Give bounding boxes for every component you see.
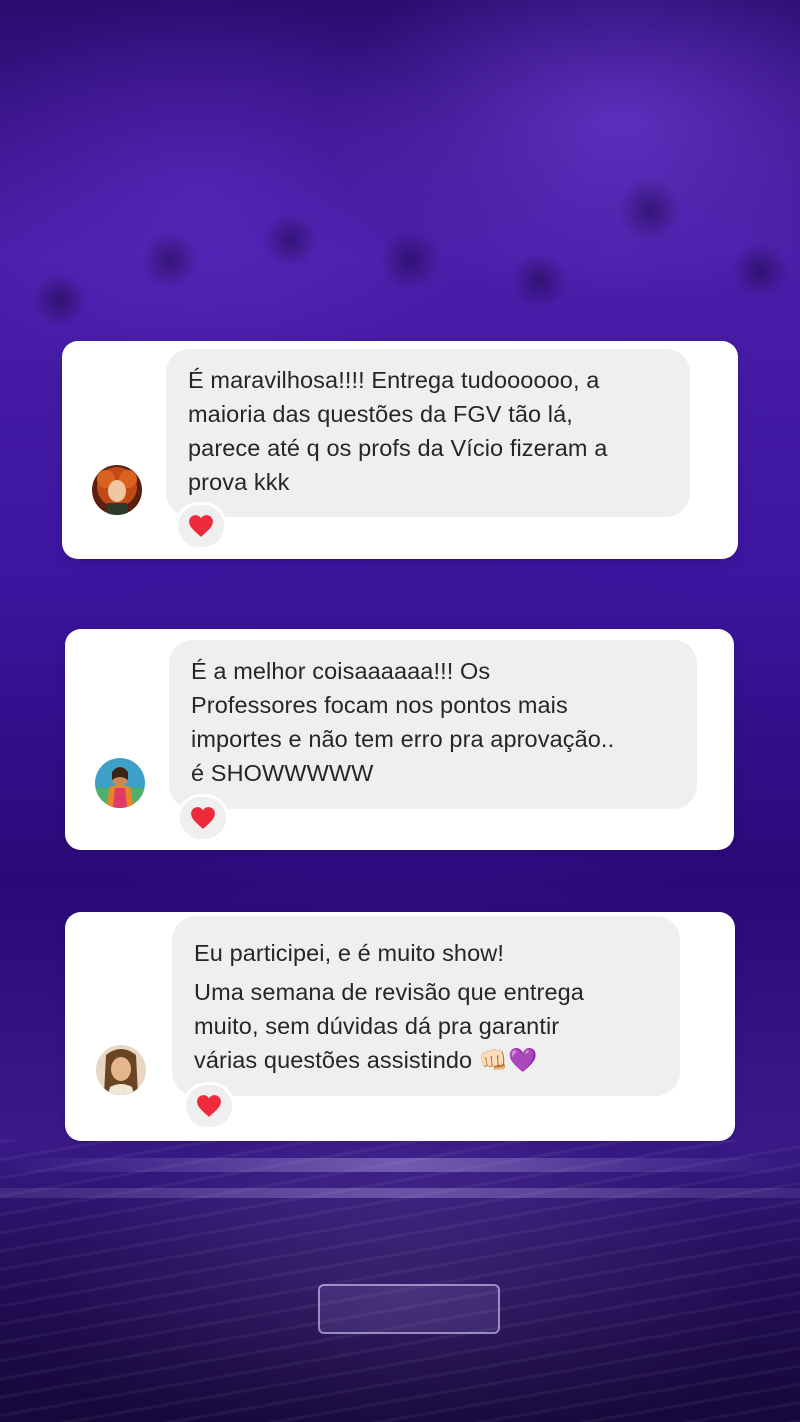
comment-text-line: maioria das questões da FGV tão lá,	[188, 401, 573, 427]
background-arena	[0, 1140, 800, 1422]
comment-text-line: É a melhor coisaaaaaa!!! Os	[191, 658, 491, 684]
avatar[interactable]	[95, 758, 145, 808]
reaction-badge[interactable]	[175, 502, 227, 550]
avatar[interactable]	[92, 465, 142, 515]
comment-text-line: é SHOWWWWW	[191, 760, 374, 786]
comment-bubble: É a melhor coisaaaaaa!!! Os Professores …	[169, 640, 697, 809]
comment-card: É maravilhosa!!!! Entrega tudoooooo, a m…	[62, 341, 738, 559]
background-crowd	[0, 90, 800, 330]
comment-bubble: É maravilhosa!!!! Entrega tudoooooo, a m…	[166, 349, 690, 517]
comment-text-line: Professores focam nos pontos mais	[191, 692, 568, 718]
avatar[interactable]	[96, 1045, 146, 1095]
comment-text-line: Uma semana de revisão que entrega	[194, 979, 584, 1005]
comment-card: Eu participei, e é muito show! Uma seman…	[65, 912, 735, 1141]
heart-icon	[197, 1095, 221, 1117]
comment-bubble: Eu participei, e é muito show! Uma seman…	[172, 916, 680, 1096]
reaction-badge[interactable]	[177, 794, 229, 842]
comment-card: É a melhor coisaaaaaa!!! Os Professores …	[65, 629, 734, 850]
comment-text-line: prova kkk	[188, 469, 290, 495]
comment-text-line: parece até q os profs da Vício fizeram a	[188, 435, 608, 461]
background-arena-lights	[0, 1188, 800, 1198]
heart-icon	[191, 807, 215, 829]
reaction-badge[interactable]	[183, 1082, 235, 1130]
comment-text-line: várias questões assistindo 👊🏻💜	[194, 1047, 538, 1073]
heart-icon	[189, 515, 213, 537]
comment-text-line: muito, sem dúvidas dá pra garantir	[194, 1013, 560, 1039]
comment-text-line: É maravilhosa!!!! Entrega tudoooooo, a	[188, 367, 600, 393]
comment-text-line: Eu participei, e é muito show!	[194, 940, 504, 966]
background-octagon	[318, 1284, 500, 1334]
background-arena-lights	[0, 1158, 800, 1172]
comment-text-line: importes e não tem erro pra aprovação..	[191, 726, 615, 752]
